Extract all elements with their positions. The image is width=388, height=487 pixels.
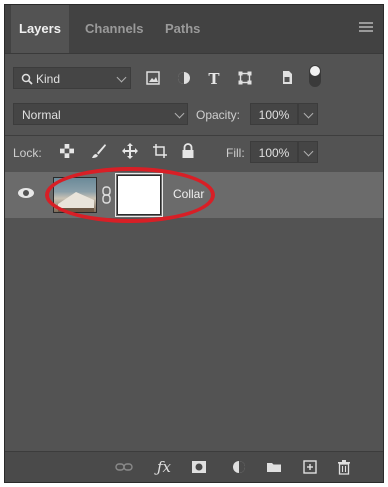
lock-artboard-icon[interactable]	[152, 143, 168, 159]
layers-panel: Layers Channels Paths Kind T Normal Opac…	[4, 4, 384, 483]
lock-row: Lock: Fill: 100%	[5, 139, 383, 165]
divider	[5, 135, 383, 136]
blend-row: Normal Opacity: 100%	[5, 101, 383, 127]
lock-transparent-pixels-icon[interactable]	[60, 144, 74, 158]
opacity-dropdown-button[interactable]	[298, 103, 318, 125]
filter-kind-dropdown[interactable]: Kind	[13, 67, 131, 89]
layer-row[interactable]: Collar	[5, 167, 383, 223]
opacity-input[interactable]: 100%	[250, 103, 298, 125]
adjustment-layer-filter-icon[interactable]	[177, 71, 191, 85]
smart-object-filter-icon[interactable]	[280, 70, 294, 85]
filter-row: Kind T	[5, 65, 383, 91]
lock-all-padlock-icon[interactable]	[181, 143, 195, 159]
new-layer-icon[interactable]	[301, 458, 319, 476]
delete-layer-trash-icon[interactable]	[335, 458, 353, 476]
lock-label: Lock:	[13, 146, 42, 160]
add-layer-mask-icon[interactable]	[190, 458, 208, 476]
lock-image-pixels-brush-icon[interactable]	[91, 143, 107, 159]
panel-tab-bar: Layers Channels Paths	[5, 5, 383, 54]
new-group-folder-icon[interactable]	[265, 458, 283, 476]
lock-position-move-icon[interactable]	[122, 143, 138, 159]
chevron-down-icon	[303, 146, 314, 157]
chevron-down-icon	[303, 108, 314, 119]
tab-channels[interactable]: Channels	[77, 5, 152, 53]
search-icon	[21, 73, 33, 85]
fill-label: Fill:	[226, 146, 245, 160]
panel-menu-icon[interactable]	[359, 22, 373, 34]
chevron-down-icon	[174, 108, 185, 119]
visibility-eye-icon[interactable]	[18, 188, 34, 198]
opacity-label: Opacity:	[196, 108, 241, 122]
link-layers-icon[interactable]	[115, 458, 133, 476]
filter-toggle-switch[interactable]	[309, 65, 321, 87]
type-layer-filter-icon[interactable]: T	[207, 70, 221, 88]
fill-dropdown-button[interactable]	[298, 141, 318, 163]
chevron-down-icon	[116, 72, 127, 83]
red-annotation-circle	[45, 167, 215, 223]
tab-paths[interactable]: Paths	[157, 5, 208, 53]
layers-bottom-toolbar: ƒx	[5, 451, 383, 482]
fill-input[interactable]: 100%	[250, 141, 298, 163]
blend-mode-value: Normal	[22, 108, 61, 122]
pixel-layer-filter-icon[interactable]	[146, 71, 160, 85]
fx-layer-style-icon[interactable]: ƒx	[155, 458, 173, 476]
tab-layers[interactable]: Layers	[11, 5, 69, 53]
adjustment-layer-icon[interactable]	[230, 458, 248, 476]
filter-kind-label: Kind	[36, 72, 61, 86]
shape-layer-filter-icon[interactable]	[238, 71, 252, 85]
blend-mode-dropdown[interactable]: Normal	[13, 103, 188, 125]
